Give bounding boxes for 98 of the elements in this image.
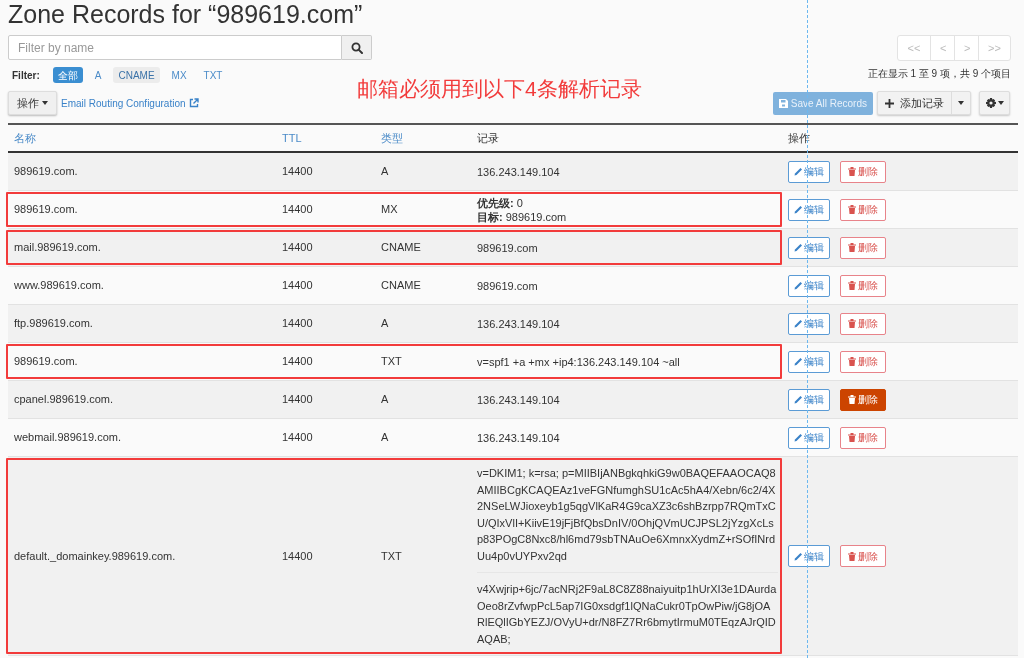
- table-cell: A: [381, 165, 389, 178]
- table-cell: A: [381, 317, 389, 330]
- record-text: 989619.com: [477, 240, 539, 255]
- edit-button[interactable]: 编辑: [788, 545, 830, 567]
- table-cell: webmail.989619.com.: [14, 431, 121, 444]
- table-cell: ftp.989619.com.: [14, 317, 93, 330]
- pagination-summary: 正在显示 1 至 9 项，共 9 个项目: [867, 67, 1011, 81]
- trash-icon: [848, 395, 856, 404]
- table-cell: 14400: [282, 279, 313, 292]
- filter-tab[interactable]: 全部: [52, 67, 83, 83]
- pencil-icon: [794, 433, 803, 442]
- trash-icon: [848, 243, 856, 252]
- caret-icon: [958, 101, 964, 105]
- record-text: v=DKIM1; k=rsa; p=MIIBIjANBgkqhkiG9w0BAQEFAAOCAQ8AMIIBCgKCAQEAz1veFGNfumghSU1cAc5hA4/Xebn/6c2/4X2NSeLWJioxeyb1g5qgVlKaR4G9caXZ3c6shBzrpp7RQmTxCU/QIxVlI+KiivE19jFjBfQbsDnIV/0OhjQVmUCJPSL2jYzgXcLsp83POgC8Nxc8/hl6md79sbTNAuOe6XmnxXydmZ+rSOfINrdUu4p0vUYPxv2qd: [477, 466, 777, 564]
- search-field[interactable]: Filter by name: [8, 35, 342, 60]
- trash-icon: [848, 319, 856, 328]
- column-header[interactable]: 类型: [381, 131, 403, 144]
- table-cell: CNAME: [381, 279, 421, 292]
- table-cell: CNAME: [381, 241, 421, 254]
- edit-button[interactable]: 编辑: [788, 198, 830, 221]
- table-cell: TXT: [381, 549, 402, 562]
- record-text: 目标: 989619.com: [477, 209, 568, 224]
- table-cell: cpanel.989619.com.: [14, 393, 114, 406]
- edit-button[interactable]: 编辑: [788, 274, 830, 297]
- email-routing-link[interactable]: Email Routing Configuration: [61, 95, 199, 111]
- pencil-icon: [794, 205, 803, 214]
- trash-icon: [848, 433, 856, 442]
- pencil-icon: [794, 319, 803, 328]
- delete-button[interactable]: 删除: [840, 388, 886, 411]
- caret-icon: [997, 101, 1004, 105]
- table-cell: 14400: [282, 393, 313, 406]
- pencil-icon: [794, 395, 803, 404]
- table-cell: 14400: [282, 165, 313, 178]
- table-cell: A: [381, 393, 389, 406]
- search-icon: [350, 41, 363, 54]
- page-title: Zone Records for “989619.com”: [8, 0, 363, 28]
- delete-button[interactable]: 删除: [840, 545, 886, 567]
- search-button[interactable]: [342, 35, 372, 60]
- table-cell: 14400: [282, 355, 313, 368]
- record-text: 989619.com: [477, 278, 539, 293]
- delete-button[interactable]: 删除: [840, 198, 886, 221]
- filter-tab[interactable]: TXT: [198, 67, 228, 83]
- settings-icon: [985, 98, 996, 108]
- record-text: 136.243.149.104: [477, 392, 561, 407]
- settings-button[interactable]: [979, 91, 1010, 115]
- table-cell: default._domainkey.989619.com.: [14, 549, 176, 562]
- delete-button[interactable]: 删除: [840, 274, 886, 297]
- column-header: 记录: [477, 131, 499, 144]
- table-cell: mail.989619.com.: [14, 241, 101, 254]
- edit-button[interactable]: 编辑: [788, 350, 830, 373]
- filter-tab[interactable]: MX: [166, 67, 192, 83]
- column-header[interactable]: 名称: [14, 131, 36, 144]
- filter-label: Filter:: [12, 68, 40, 83]
- pencil-icon: [794, 167, 803, 176]
- plus-icon: [885, 98, 894, 108]
- trash-icon: [848, 205, 856, 214]
- table-cell: 14400: [282, 241, 313, 254]
- record-text: 136.243.149.104: [477, 316, 561, 331]
- pencil-icon: [794, 357, 803, 366]
- trash-icon: [848, 281, 856, 290]
- table-cell: 989619.com.: [14, 203, 78, 216]
- delete-button[interactable]: 删除: [840, 426, 886, 449]
- table-cell: 989619.com.: [14, 355, 78, 368]
- record-text: 136.243.149.104: [477, 430, 561, 445]
- caret-icon: [42, 101, 48, 105]
- record-text: v=spf1 +a +mx +ip4:136.243.149.104 ~all: [477, 354, 681, 369]
- column-header: 操作: [788, 131, 810, 144]
- filter-tab[interactable]: A: [89, 67, 107, 83]
- table-cell: www.989619.com.: [14, 279, 104, 292]
- record-text: v4Xwjrip+6jc/7acNRj2F9aL8C8Z88naiyuitp1hUrXI3e1DAurdaOeo8rZvfwpPcL5ap7IG0xsdgf1lQNaCukr0TpOwPiw/jG8jOARlEQlIGbYEZJ/OVyU+dr/N8FZ7Rr6bmytIrmuM0TEqzAJrQIDAQAB;: [477, 572, 778, 647]
- table-cell: 14400: [282, 431, 313, 444]
- delete-button[interactable]: 删除: [840, 236, 886, 259]
- table-cell: MX: [381, 203, 398, 216]
- delete-button[interactable]: 删除: [840, 350, 886, 373]
- record-text: 136.243.149.104: [477, 164, 561, 179]
- edit-button[interactable]: 编辑: [788, 160, 830, 183]
- record-text: 优先级: 0: [477, 195, 524, 210]
- column-header[interactable]: TTL: [282, 131, 302, 144]
- table-cell: A: [381, 431, 389, 444]
- filter-tab[interactable]: CNAME: [113, 67, 160, 83]
- table-cell: 14400: [282, 549, 313, 562]
- table-cell: TXT: [381, 355, 402, 368]
- trash-icon: [848, 357, 856, 366]
- delete-button[interactable]: 删除: [840, 312, 886, 335]
- actions-button[interactable]: 操作: [8, 91, 57, 115]
- pencil-icon: [794, 281, 803, 290]
- annotation-text: 邮箱必须用到以下4条解析记录: [357, 76, 642, 102]
- external-link-icon: [188, 98, 199, 108]
- floppy-icon: [778, 98, 788, 108]
- table-cell: 989619.com.: [14, 165, 78, 178]
- edit-button[interactable]: 编辑: [788, 388, 830, 411]
- table-cell: 14400: [282, 317, 313, 330]
- trash-icon: [848, 551, 856, 561]
- delete-button[interactable]: 删除: [840, 160, 886, 183]
- pencil-icon: [794, 551, 803, 561]
- trash-icon: [848, 167, 856, 176]
- pencil-icon: [794, 243, 803, 252]
- table-cell: 14400: [282, 203, 313, 216]
